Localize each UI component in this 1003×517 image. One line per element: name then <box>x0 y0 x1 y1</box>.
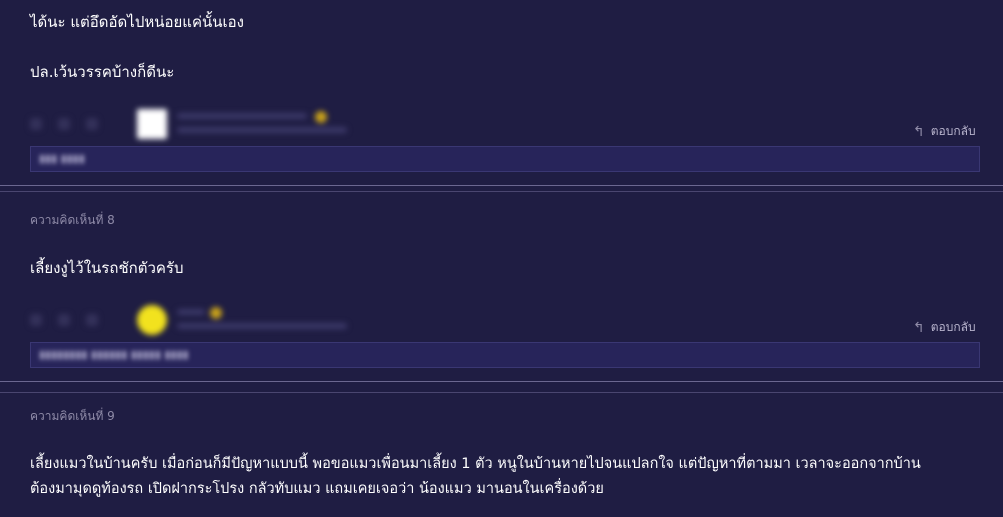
comment-text-line: ปล.เว้นวรรคบ้างก็ดีนะ <box>30 63 175 81</box>
divider <box>0 185 1003 186</box>
comment-text-line: เลี้ยงแมวในบ้านครับ เมื่อก่อนก็มีปัญหาแบ… <box>30 456 921 472</box>
emoji-icon[interactable] <box>30 118 42 130</box>
avatar[interactable] <box>137 305 167 335</box>
reply-preview: ▮▮▮▮▮▮▮▮ ▮▮▮▮▮▮ ▮▮▮▮▮ ▮▮▮▮ <box>39 348 189 361</box>
timestamp <box>177 323 347 329</box>
comment-number: ความคิดเห็นที่ 9 <box>30 409 115 423</box>
plus-icon[interactable] <box>58 118 70 130</box>
divider <box>0 392 1003 393</box>
username[interactable] <box>177 113 307 119</box>
reply-label: ตอบกลับ <box>930 320 976 334</box>
minus-icon[interactable] <box>86 314 98 326</box>
comment-number: ความคิดเห็นที่ 8 <box>30 213 115 227</box>
badge-icon <box>210 307 222 319</box>
username[interactable] <box>177 309 205 315</box>
timestamp <box>177 127 347 133</box>
reply-input[interactable]: ▮▮▮▮▮▮▮▮ ▮▮▮▮▮▮ ▮▮▮▮▮ ▮▮▮▮ <box>30 342 980 368</box>
minus-icon[interactable] <box>86 118 98 130</box>
reply-label: ตอบกลับ <box>930 124 976 138</box>
badge-icon <box>315 111 327 123</box>
reply-preview: ▮▮▮ ▮▮▮▮ <box>39 152 85 165</box>
avatar[interactable] <box>137 109 167 139</box>
plus-icon[interactable] <box>58 314 70 326</box>
reply-input[interactable]: ▮▮▮ ▮▮▮▮ <box>30 146 980 172</box>
emoji-icon[interactable] <box>30 314 42 326</box>
reply-button[interactable]: ↰ ตอบกลับ <box>913 122 976 141</box>
divider <box>0 381 1003 382</box>
reply-arrow-icon: ↰ <box>913 319 925 336</box>
divider <box>0 191 1003 192</box>
comment-text-line: ต้องมามุดดูท้องรถ เปิดฝากระโปรง กลัวทับแ… <box>30 481 604 497</box>
comment-text-line: ได้นะ แต่อึดอัดไปหน่อยแค่นั้นเอง <box>30 13 244 31</box>
reply-arrow-icon: ↰ <box>913 123 925 140</box>
comment-text-line: เลี้ยงงูไว้ในรถชักตัวครับ <box>30 259 184 277</box>
reply-button[interactable]: ↰ ตอบกลับ <box>913 318 976 337</box>
comment-footer <box>30 303 990 337</box>
comment-footer <box>30 107 990 141</box>
